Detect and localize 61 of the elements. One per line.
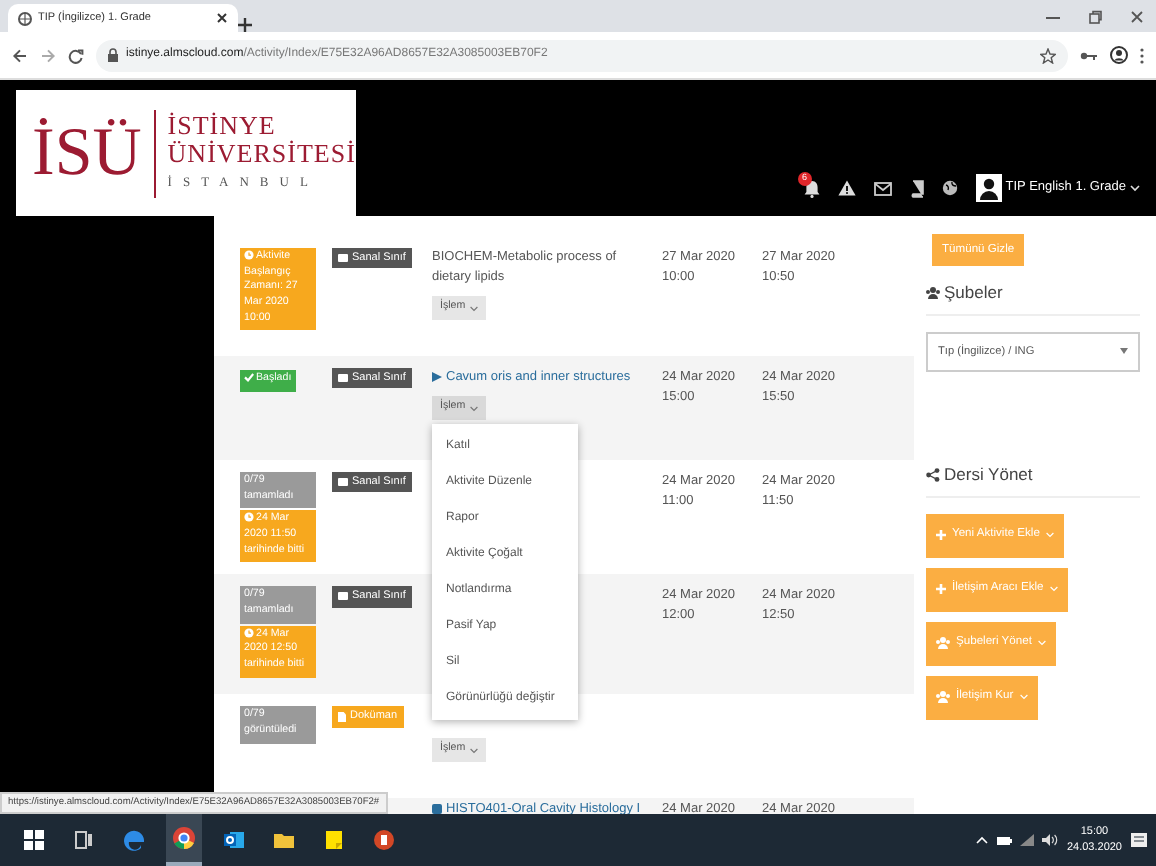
screen-icon bbox=[338, 374, 348, 383]
globe-icon bbox=[18, 11, 32, 25]
screen-icon bbox=[338, 254, 348, 263]
play-icon bbox=[432, 371, 442, 381]
edge-icon[interactable] bbox=[122, 828, 146, 852]
caret-icon bbox=[1019, 694, 1028, 700]
logo-name: ÜNİVERSİTESİ bbox=[167, 140, 356, 168]
group-icon bbox=[936, 636, 950, 650]
notification-icon[interactable] bbox=[1130, 831, 1148, 849]
plus-icon bbox=[936, 530, 946, 540]
lock-icon bbox=[108, 48, 118, 62]
caret-icon bbox=[1045, 532, 1054, 538]
network-icon[interactable] bbox=[1020, 834, 1035, 846]
caret-icon bbox=[1120, 348, 1128, 355]
warning-icon[interactable] bbox=[837, 180, 856, 196]
video-icon bbox=[432, 803, 442, 814]
avatar-icon bbox=[975, 174, 1002, 202]
logo-name: İSTİNYE bbox=[167, 112, 276, 141]
sticky-note-icon[interactable] bbox=[322, 828, 346, 852]
caret-icon bbox=[1049, 586, 1058, 592]
clock-icon bbox=[244, 250, 254, 261]
bell-icon[interactable] bbox=[803, 179, 820, 197]
document-icon bbox=[338, 711, 346, 722]
clock-icon bbox=[244, 512, 254, 523]
caret-icon bbox=[469, 305, 478, 312]
plus-icon bbox=[936, 584, 946, 594]
share-icon bbox=[926, 467, 940, 482]
screen-icon bbox=[338, 592, 348, 601]
caret-icon[interactable] bbox=[1130, 184, 1140, 192]
battery-icon[interactable] bbox=[996, 835, 1013, 845]
book-icon[interactable] bbox=[909, 179, 924, 197]
caret-icon bbox=[1037, 640, 1046, 646]
logo-mark: İSÜ bbox=[32, 119, 142, 187]
reload-icon[interactable] bbox=[68, 47, 84, 63]
check-icon bbox=[244, 372, 254, 383]
caret-icon bbox=[469, 747, 478, 754]
group-icon bbox=[936, 690, 950, 704]
windows-icon[interactable] bbox=[22, 828, 46, 852]
screen-icon bbox=[338, 478, 348, 487]
chevron-up-icon[interactable] bbox=[976, 836, 989, 844]
caret-icon bbox=[469, 405, 478, 412]
key-icon[interactable] bbox=[1080, 49, 1098, 61]
mail-icon[interactable] bbox=[873, 181, 892, 195]
globe-icon[interactable] bbox=[941, 180, 958, 196]
close-icon[interactable] bbox=[216, 12, 228, 24]
folder-icon[interactable] bbox=[272, 828, 296, 852]
section-heading: Şubeler bbox=[944, 280, 1003, 306]
clock-icon bbox=[244, 627, 254, 638]
outlook-icon[interactable] bbox=[222, 828, 246, 852]
powerpoint-icon[interactable] bbox=[372, 828, 396, 852]
section-heading: Dersi Yönet bbox=[944, 461, 1033, 487]
back-icon[interactable] bbox=[12, 47, 28, 63]
volume-icon[interactable] bbox=[1042, 834, 1059, 846]
group-icon bbox=[926, 285, 940, 300]
chrome-icon[interactable] bbox=[172, 826, 196, 850]
restore-icon[interactable] bbox=[1088, 9, 1102, 23]
new-tab-icon[interactable] bbox=[238, 18, 252, 32]
star-icon[interactable] bbox=[1040, 47, 1056, 63]
profile-icon[interactable] bbox=[1110, 46, 1128, 64]
close-icon[interactable] bbox=[1130, 9, 1144, 23]
task-view-icon[interactable] bbox=[72, 828, 96, 852]
